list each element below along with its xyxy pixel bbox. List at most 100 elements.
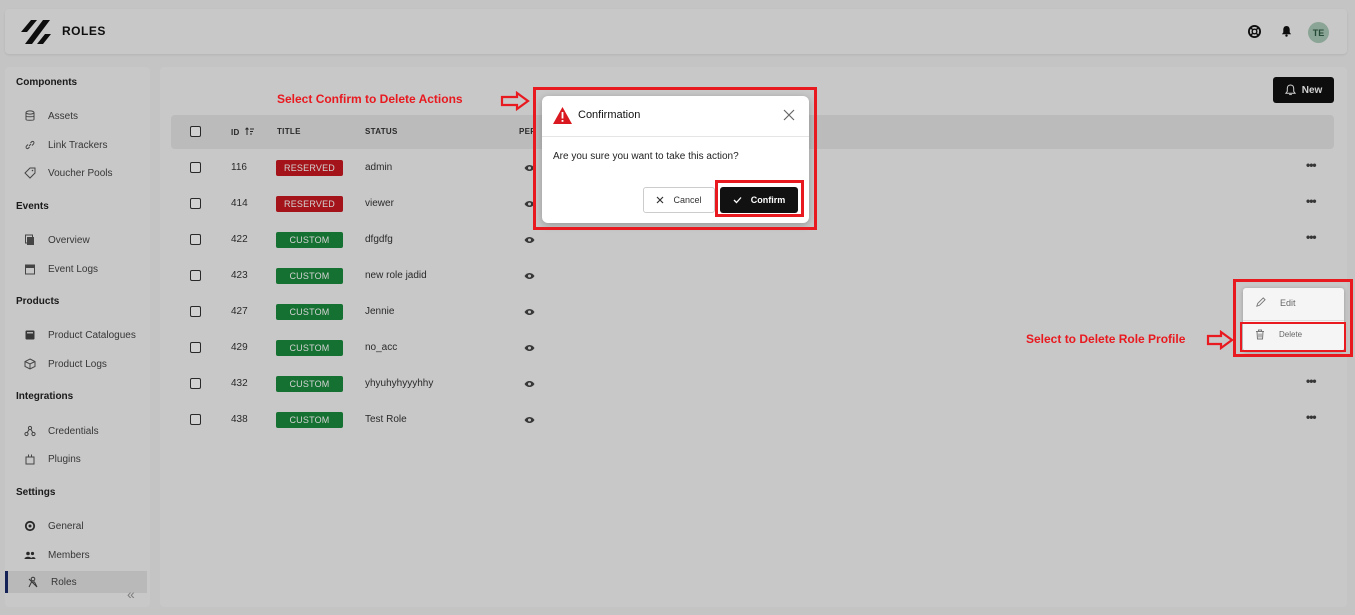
arrow-right-icon	[500, 91, 530, 111]
row-checkbox[interactable]	[190, 198, 201, 209]
role-id: 422	[231, 234, 248, 245]
sidebar-item-label: Overview	[48, 234, 90, 246]
role-id: 438	[231, 414, 248, 425]
sidebar-item-credentials[interactable]: Credentials	[24, 424, 99, 438]
sidebar-section-integrations: Integrations	[16, 391, 74, 402]
sidebar-item-event-logs[interactable]: Event Logs	[24, 262, 98, 276]
annotation-delete-note: Select to Delete Role Profile	[1026, 332, 1186, 346]
sidebar-section-settings: Settings	[16, 487, 56, 498]
select-all-checkbox[interactable]	[190, 126, 201, 137]
sidebar-item-voucher-pools[interactable]: Voucher Pools	[24, 166, 113, 180]
role-name: no_acc	[365, 342, 398, 353]
arrow-right-icon	[1206, 330, 1234, 350]
sidebar-item-label: Members	[48, 549, 90, 561]
role-type-badge: CUSTOM	[276, 412, 343, 428]
row-checkbox[interactable]	[190, 378, 201, 389]
sidebar-section-events: Events	[16, 201, 49, 212]
row-actions-icon[interactable]: •••	[1306, 158, 1317, 172]
role-name: Jennie	[365, 306, 395, 317]
column-header-title[interactable]: TITLE	[277, 127, 301, 136]
role-id: 414	[231, 198, 248, 209]
sidebar-item-members[interactable]: Members	[24, 548, 90, 562]
sidebar-item-roles[interactable]: Roles	[5, 571, 147, 593]
role-name: Test Role	[365, 414, 407, 425]
role-type-badge: CUSTOM	[276, 232, 343, 248]
logo-icon[interactable]	[19, 18, 55, 46]
sidebar-item-label: General	[48, 520, 84, 532]
row-actions-icon[interactable]: •••	[1306, 230, 1317, 244]
eye-icon[interactable]	[524, 380, 535, 388]
row-checkbox[interactable]	[190, 414, 201, 425]
row-checkbox[interactable]	[190, 270, 201, 281]
role-id: 423	[231, 270, 248, 281]
sidebar-section-products: Products	[16, 296, 60, 307]
eye-icon[interactable]	[524, 416, 535, 424]
role-id: 429	[231, 342, 248, 353]
row-actions-icon[interactable]: •••	[1306, 410, 1317, 424]
plugin-icon	[25, 454, 35, 465]
row-checkbox[interactable]	[190, 234, 201, 245]
role-name: yhyuhyhyyyhhy	[365, 378, 434, 389]
row-actions-icon[interactable]: •••	[1306, 194, 1317, 208]
copy-icon	[25, 234, 34, 245]
sidebar-item-label: Product Logs	[48, 358, 107, 370]
calendar-icon	[25, 264, 35, 275]
sidebar-item-product-logs[interactable]: Product Logs	[24, 357, 107, 371]
role-id: 432	[231, 378, 248, 389]
tag-icon	[24, 167, 36, 179]
eye-icon[interactable]	[524, 272, 535, 280]
top-bar: ROLES TE	[5, 9, 1347, 54]
page-title: ROLES	[62, 24, 106, 38]
role-name: dfgdfg	[365, 234, 393, 245]
link-icon	[25, 140, 35, 150]
role-type-badge: CUSTOM	[276, 268, 343, 284]
sidebar-item-label: Event Logs	[48, 263, 99, 275]
credentials-icon	[24, 425, 36, 437]
sort-icon	[245, 127, 255, 135]
sidebar-item-link-trackers[interactable]: Link Trackers	[24, 138, 107, 152]
new-role-button[interactable]: New	[1273, 77, 1334, 103]
sidebar-item-assets[interactable]: Assets	[24, 109, 78, 123]
role-type-badge: CUSTOM	[276, 376, 343, 392]
annotation-confirm-note: Select Confirm to Delete Actions	[277, 92, 463, 106]
sidebar-item-label: Roles	[51, 576, 77, 588]
sidebar-item-overview[interactable]: Overview	[24, 233, 90, 247]
collapse-sidebar-icon[interactable]: «	[127, 586, 135, 602]
row-checkbox[interactable]	[190, 306, 201, 317]
row-checkbox[interactable]	[190, 342, 201, 353]
role-name: admin	[365, 162, 393, 173]
role-type-badge: RESERVED	[276, 196, 343, 212]
role-type-badge: RESERVED	[276, 160, 343, 176]
row-checkbox[interactable]	[190, 162, 201, 173]
box-icon	[24, 358, 36, 370]
sidebar-item-label: Plugins	[48, 453, 81, 465]
sidebar-item-label: Voucher Pools	[48, 167, 113, 179]
sidebar-item-label: Assets	[48, 110, 79, 122]
eye-icon[interactable]	[524, 308, 535, 316]
bell-icon[interactable]	[1278, 23, 1294, 39]
sidebar-item-label: Product Catalogues	[48, 329, 136, 341]
avatar[interactable]: TE	[1308, 22, 1329, 43]
sidebar: Components Assets Link Trackers Voucher …	[5, 67, 150, 607]
row-actions-icon[interactable]: •••	[1306, 374, 1317, 388]
delete-highlight-box	[1240, 322, 1346, 352]
role-id: 116	[231, 162, 247, 173]
role-name: viewer	[365, 198, 394, 209]
column-header-id[interactable]: ID	[231, 127, 255, 137]
role-type-badge: CUSTOM	[276, 340, 343, 356]
role-id: 427	[231, 306, 248, 317]
users-icon	[24, 551, 36, 559]
sidebar-item-label: Link Trackers	[48, 139, 108, 151]
eye-icon[interactable]	[524, 236, 535, 244]
eye-icon[interactable]	[524, 344, 535, 352]
column-header-status[interactable]: STATUS	[365, 127, 398, 136]
sidebar-section-components: Components	[16, 77, 78, 88]
help-icon[interactable]	[1246, 23, 1262, 39]
sidebar-item-plugins[interactable]: Plugins	[24, 452, 81, 466]
role-name: new role jadid	[365, 270, 427, 281]
bell-outline-icon	[1284, 84, 1296, 96]
catalogue-icon	[25, 330, 35, 340]
confirm-highlight-box	[715, 180, 804, 217]
sidebar-item-general[interactable]: General	[24, 519, 84, 533]
sidebar-item-product-catalogues[interactable]: Product Catalogues	[24, 328, 136, 342]
